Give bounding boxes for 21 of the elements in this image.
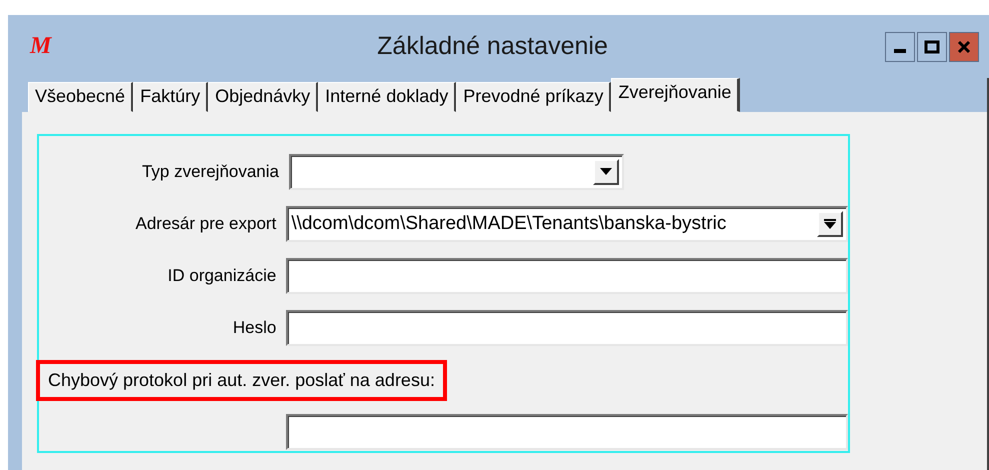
field-label: ID organizácie <box>166 266 278 286</box>
field-label: Chybový protokol pri aut. zver. poslať na adresu: <box>48 370 435 390</box>
input-field[interactable] <box>286 258 848 294</box>
field-label: Adresár pre export <box>134 214 278 234</box>
field-label: Heslo <box>232 318 278 338</box>
input-field[interactable] <box>286 310 848 346</box>
tab[interactable]: Interné doklady <box>318 82 456 112</box>
app-logo: M <box>30 33 53 60</box>
tab[interactable]: Všeobecné <box>28 82 134 112</box>
minimize-icon[interactable] <box>885 32 915 62</box>
close-icon[interactable] <box>949 32 979 62</box>
window-title: Základné nastavenie <box>376 32 609 61</box>
dropdown-field[interactable]: \\dcom\dcom\Shared\MADE\Tenants\banska-bystric <box>286 206 848 242</box>
input-field[interactable] <box>286 414 848 450</box>
tab[interactable]: Faktúry <box>133 82 208 112</box>
field-label: Typ zverejňovania <box>140 162 280 182</box>
tab[interactable]: Prevodné príkazy <box>456 82 612 112</box>
dropdown-field[interactable] <box>289 154 624 190</box>
maximize-icon[interactable] <box>917 32 947 62</box>
tab[interactable]: Objednávky <box>208 82 318 112</box>
tab[interactable]: Zverejňovanie <box>611 78 740 112</box>
